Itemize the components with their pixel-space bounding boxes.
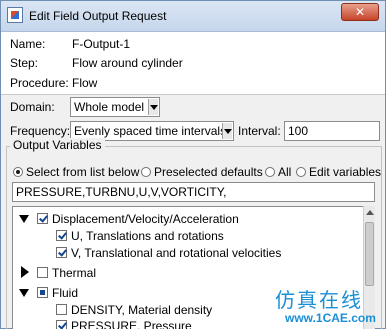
variables-text-field[interactable]: PRESSURE,TURBNU,U,V,VORTICITY, <box>12 182 375 202</box>
tree-item-v[interactable]: V, Translational and rotational velociti… <box>13 245 363 262</box>
tree-item-density[interactable]: DENSITY, Material density <box>13 302 363 319</box>
tree-item-label: PRESSURE, Pressure <box>71 319 192 329</box>
checkbox[interactable] <box>56 230 67 241</box>
expand-triangle-icon[interactable] <box>19 215 29 223</box>
close-button[interactable]: ✕ <box>341 3 379 21</box>
scroll-thumb[interactable] <box>365 222 374 286</box>
name-label: Name: <box>10 37 46 51</box>
tree-item-label: Displacement/Velocity/Acceleration <box>52 212 239 226</box>
name-value: F-Output-1 <box>72 37 131 51</box>
radio-label: Select from list below <box>26 165 140 179</box>
domain-select[interactable]: Whole model <box>70 97 160 117</box>
expand-triangle-icon[interactable] <box>19 289 29 297</box>
chevron-down-icon <box>222 123 232 139</box>
scroll-up-icon[interactable] <box>365 208 374 217</box>
checkbox[interactable] <box>37 287 48 298</box>
chevron-down-icon <box>148 99 158 115</box>
edit-field-output-dialog: Edit Field Output Request ✕ Name: F-Outp… <box>0 0 386 329</box>
tree-item-label: DENSITY, Material density <box>71 303 213 317</box>
radio-button <box>141 167 151 177</box>
radio-label: All <box>278 165 292 179</box>
checkbox[interactable] <box>37 213 48 224</box>
radio-label: Edit variables <box>309 165 382 179</box>
tree-item-u[interactable]: U, Translations and rotations <box>13 228 363 245</box>
checkbox[interactable] <box>37 267 48 278</box>
collapsed-triangle-icon[interactable] <box>21 266 29 278</box>
checkbox[interactable] <box>56 247 67 258</box>
tree-scrollbar[interactable] <box>363 206 375 329</box>
tree-item-displacement[interactable]: Displacement/Velocity/Acceleration <box>13 211 363 228</box>
radio-button <box>296 167 306 177</box>
step-value: Flow around cylinder <box>72 56 183 70</box>
output-variables-tree[interactable]: Displacement/Velocity/Acceleration U, Tr… <box>12 206 375 329</box>
radio-button <box>265 167 275 177</box>
interval-input[interactable]: 100 <box>284 121 380 141</box>
tree-item-label: V, Translational and rotational velociti… <box>71 246 282 260</box>
frequency-label: Frequency: <box>10 124 71 138</box>
tree-item-pressure[interactable]: PRESSURE, Pressure <box>13 318 363 329</box>
output-variables-title: Output Variables <box>10 138 105 152</box>
radio-label: Preselected defaults <box>154 165 263 179</box>
tree-item-thermal[interactable]: Thermal <box>13 265 363 282</box>
step-label: Step: <box>10 56 39 70</box>
app-icon <box>7 7 23 23</box>
tree-item-label: U, Translations and rotations <box>71 229 224 243</box>
info-panel: Name: F-Output-1 Step: Flow around cylin… <box>1 32 385 95</box>
domain-label: Domain: <box>10 100 55 114</box>
tree-item-label: Thermal <box>52 266 97 280</box>
window-title: Edit Field Output Request <box>29 9 167 23</box>
tree-item-label: Fluid <box>52 286 79 300</box>
checkbox[interactable] <box>56 304 67 315</box>
frequency-value: Evenly spaced time intervals <box>74 124 227 138</box>
procedure-label: Procedure: <box>10 76 69 90</box>
checkbox[interactable] <box>56 320 67 329</box>
procedure-value: Flow <box>72 76 98 90</box>
interval-label: Interval: <box>238 124 281 138</box>
tree-item-fluid[interactable]: Fluid <box>13 285 363 302</box>
title-bar[interactable]: Edit Field Output Request ✕ <box>1 1 385 32</box>
domain-value: Whole model <box>74 100 145 114</box>
radio-button <box>13 167 23 177</box>
